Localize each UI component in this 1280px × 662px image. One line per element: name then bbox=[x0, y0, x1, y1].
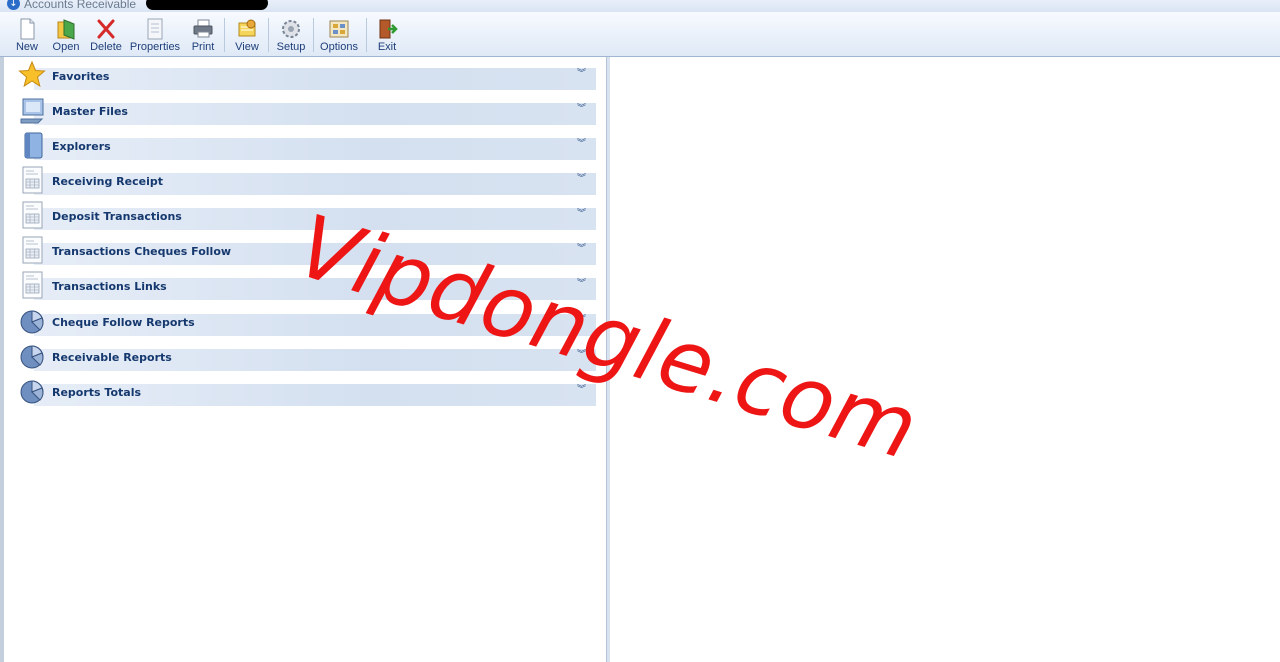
print-button[interactable]: Print bbox=[188, 18, 218, 56]
chevron-down-icon[interactable]: ︾ bbox=[577, 174, 586, 184]
window-title: Accounts Receivable bbox=[24, 0, 137, 11]
toolbar: New Open Delete Properties Print View Se… bbox=[0, 12, 1280, 57]
form-document-icon bbox=[22, 166, 43, 194]
nav-item-cheque-follow-reports[interactable]: Cheque Follow Reports ︾ bbox=[14, 304, 596, 340]
printer-icon bbox=[193, 19, 213, 38]
toolbar-separator bbox=[224, 18, 225, 52]
options-button[interactable]: Options bbox=[318, 18, 360, 56]
form-document-icon bbox=[22, 201, 43, 229]
toolbar-separator bbox=[366, 18, 367, 52]
new-document-icon bbox=[20, 18, 35, 40]
pie-report-icon bbox=[20, 380, 44, 404]
app-icon: ↓ bbox=[7, 0, 20, 10]
gear-icon bbox=[282, 20, 300, 38]
nav-item-transactions-links[interactable]: Transactions Links ︾ bbox=[14, 268, 596, 304]
pie-report-icon bbox=[20, 310, 44, 334]
delete-button[interactable]: Delete bbox=[88, 18, 124, 56]
properties-button[interactable]: Properties bbox=[129, 18, 181, 56]
pie-report-icon bbox=[20, 345, 44, 369]
redacted-title-detail bbox=[146, 0, 268, 10]
nav-item-explorers[interactable]: Explorers ︾ bbox=[14, 128, 596, 164]
open-button[interactable]: Open bbox=[50, 18, 82, 56]
form-document-icon bbox=[22, 271, 43, 299]
delete-x-icon bbox=[97, 19, 115, 39]
chevron-down-icon[interactable]: ︾ bbox=[577, 244, 586, 254]
options-icon bbox=[329, 20, 349, 38]
star-icon bbox=[18, 60, 46, 88]
nav-item-transactions-cheques-follow[interactable]: Transactions Cheques Follow ︾ bbox=[14, 233, 596, 269]
chevron-down-icon[interactable]: ︾ bbox=[577, 139, 586, 149]
setup-button[interactable]: Setup bbox=[274, 18, 308, 56]
view-button[interactable]: View bbox=[232, 18, 262, 56]
view-icon bbox=[238, 19, 256, 37]
chevron-down-icon[interactable]: ︾ bbox=[577, 209, 586, 219]
chevron-down-icon[interactable]: ︾ bbox=[577, 315, 586, 325]
new-button[interactable]: New bbox=[12, 18, 42, 56]
exit-door-icon bbox=[379, 19, 398, 39]
toolbar-separator bbox=[313, 18, 314, 52]
chevron-down-icon[interactable]: ︾ bbox=[577, 69, 586, 79]
chevron-down-icon[interactable]: ︾ bbox=[577, 279, 586, 289]
content-area bbox=[610, 57, 1280, 662]
chevron-down-icon[interactable]: ︾ bbox=[577, 350, 586, 360]
open-folder-icon bbox=[57, 19, 75, 40]
nav-item-reports-totals[interactable]: Reports Totals ︾ bbox=[14, 374, 596, 410]
properties-icon bbox=[147, 18, 163, 40]
nav-item-receivable-reports[interactable]: Receivable Reports ︾ bbox=[14, 339, 596, 375]
title-bar: ↓ Accounts Receivable bbox=[0, 0, 1280, 12]
nav-item-master-files[interactable]: Master Files ︾ bbox=[14, 93, 596, 129]
toolbar-separator bbox=[268, 18, 269, 52]
nav-item-deposit-transactions[interactable]: Deposit Transactions ︾ bbox=[14, 198, 596, 234]
chevron-down-icon[interactable]: ︾ bbox=[577, 385, 586, 395]
explorer-book-icon bbox=[24, 132, 43, 159]
nav-item-favorites[interactable]: Favorites ︾ bbox=[14, 58, 596, 94]
exit-button[interactable]: Exit bbox=[372, 18, 402, 56]
master-files-icon bbox=[20, 98, 44, 124]
form-document-icon bbox=[22, 236, 43, 264]
chevron-down-icon[interactable]: ︾ bbox=[577, 104, 586, 114]
nav-item-receiving-receipt[interactable]: Receiving Receipt ︾ bbox=[14, 163, 596, 199]
